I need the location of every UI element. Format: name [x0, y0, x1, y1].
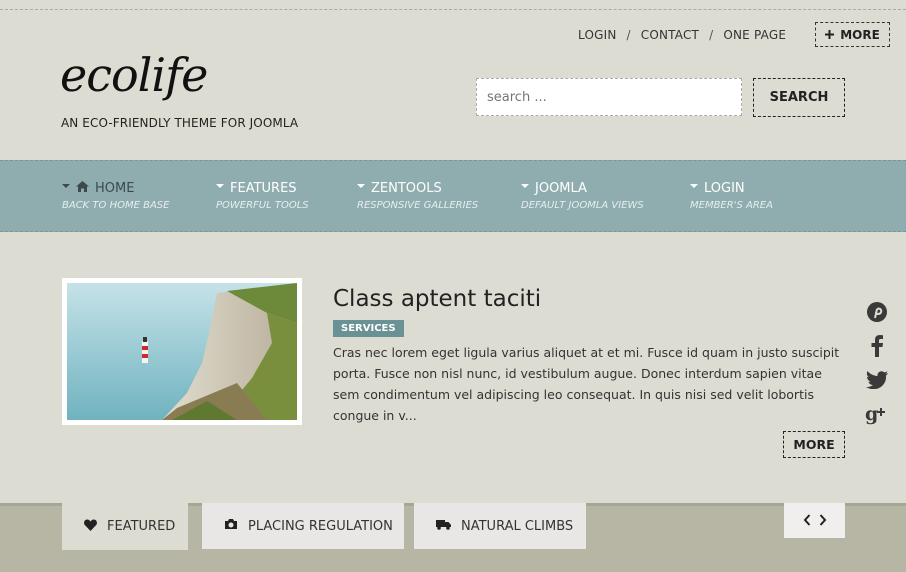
site-tagline: AN ECO-FRIENDLY THEME FOR JOOMLA	[61, 116, 299, 130]
svg-text:g: g	[865, 403, 878, 425]
top-link-contact[interactable]: CONTACT	[641, 28, 699, 42]
category-badge[interactable]: SERVICES	[333, 320, 404, 337]
nav-item-zentools[interactable]: ZENTOOLS RESPONSIVE GALLERIES	[357, 181, 478, 211]
caret-down-icon	[357, 183, 365, 188]
more-toggle-label: MORE	[840, 27, 880, 42]
article-excerpt: Cras nec lorem eget ligula varius alique…	[333, 345, 840, 423]
camera-icon	[224, 518, 238, 534]
tab-featured[interactable]: FEATURED	[62, 503, 188, 550]
tab-placing-regulation[interactable]: PLACING REGULATION	[202, 503, 404, 549]
nav-item-sub: MEMBER'S AREA	[690, 200, 773, 211]
top-link-separator: /	[709, 28, 714, 42]
facebook-icon[interactable]	[864, 334, 890, 358]
nav-item-sub: DEFAULT JOOMLA VIEWS	[521, 200, 644, 211]
site-logo[interactable]: ecolife	[60, 48, 208, 102]
nav-item-sub: RESPONSIVE GALLERIES	[357, 200, 479, 211]
top-links: LOGIN / CONTACT / ONE PAGE	[578, 28, 786, 42]
tab-label: PLACING REGULATION	[248, 518, 393, 534]
caret-down-icon	[690, 183, 698, 188]
top-link-login[interactable]: LOGIN	[578, 28, 617, 42]
plus-icon	[825, 28, 835, 42]
nav-item-login[interactable]: LOGIN MEMBER'S AREA	[690, 181, 773, 211]
main-nav: HOME BACK TO HOME BASE FEATURES POWERFUL…	[0, 160, 906, 232]
search-button[interactable]: SEARCH	[753, 78, 845, 117]
more-toggle-button[interactable]: MORE	[815, 22, 890, 47]
truck-icon	[436, 519, 451, 534]
caret-down-icon	[216, 183, 224, 188]
nav-item-label: JOOMLA	[535, 181, 587, 196]
nav-item-label: LOGIN	[704, 181, 745, 196]
read-more-button[interactable]: MORE	[783, 431, 845, 458]
social-links: g	[864, 300, 890, 436]
top-dashed-divider	[0, 9, 906, 10]
pinterest-icon[interactable]	[864, 300, 890, 324]
nav-item-sub: BACK TO HOME BASE	[62, 200, 170, 211]
top-link-separator: /	[626, 28, 631, 42]
chevron-right-icon[interactable]	[819, 511, 827, 530]
caret-down-icon	[62, 183, 70, 188]
tab-natural-climbs[interactable]: NATURAL CLIMBS	[414, 503, 586, 549]
twitter-icon[interactable]	[864, 368, 890, 392]
nav-item-features[interactable]: FEATURES POWERFUL TOOLS	[216, 181, 309, 211]
chevron-left-icon[interactable]	[803, 511, 811, 530]
caret-down-icon	[521, 183, 529, 188]
carousel-arrows	[784, 503, 845, 538]
top-link-one-page[interactable]: ONE PAGE	[723, 28, 786, 42]
nav-item-sub: POWERFUL TOOLS	[216, 200, 309, 211]
tab-label: FEATURED	[107, 519, 176, 534]
nav-item-label: HOME	[95, 181, 135, 196]
google-plus-icon[interactable]: g	[864, 402, 890, 426]
nav-item-home[interactable]: HOME BACK TO HOME BASE	[62, 181, 169, 211]
home-icon	[76, 181, 89, 196]
nav-item-label: ZENTOOLS	[371, 181, 442, 196]
tab-label: NATURAL CLIMBS	[461, 518, 574, 534]
heart-icon	[84, 519, 97, 535]
search-input[interactable]	[476, 78, 742, 116]
article-title[interactable]: Class aptent taciti	[333, 286, 541, 312]
article-image[interactable]	[62, 278, 302, 425]
nav-item-joomla[interactable]: JOOMLA DEFAULT JOOMLA VIEWS	[521, 181, 644, 211]
nav-item-label: FEATURES	[230, 181, 297, 196]
